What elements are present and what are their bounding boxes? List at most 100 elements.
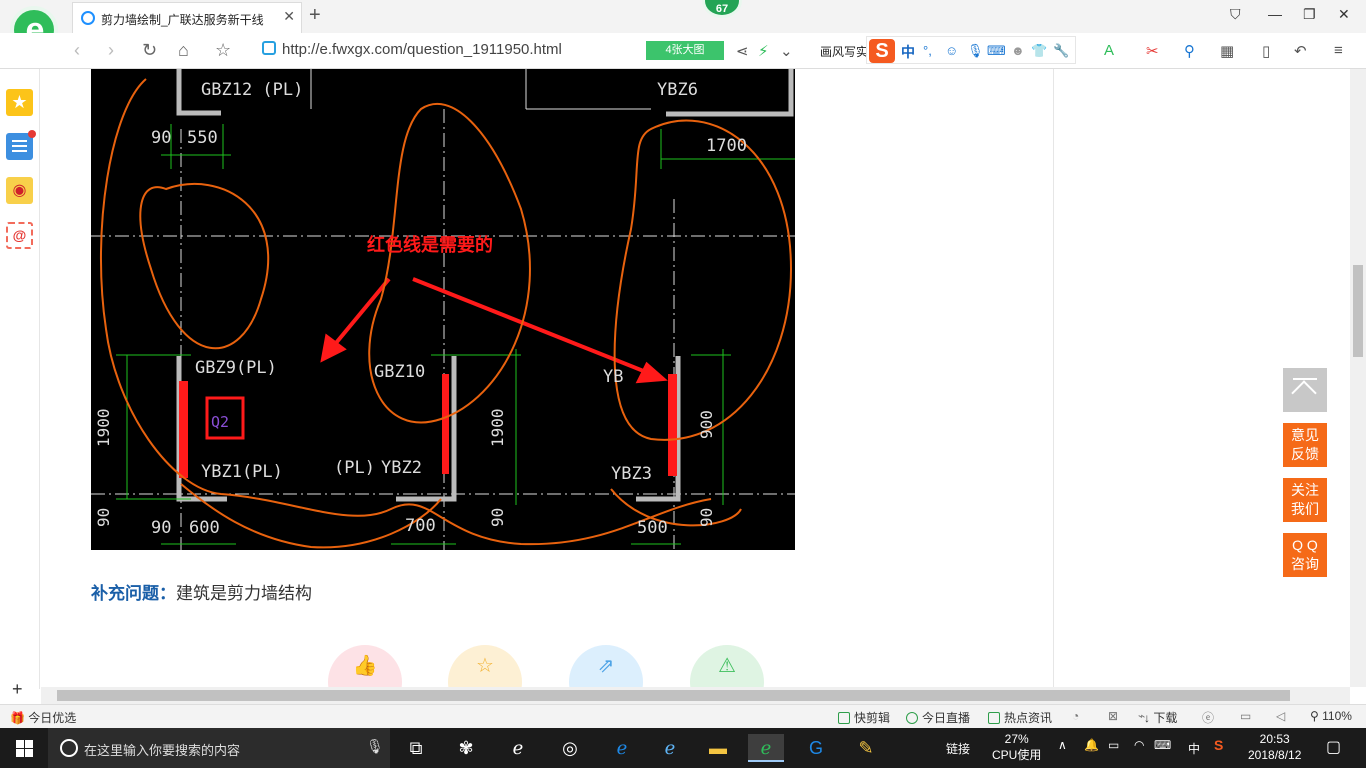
share-icon[interactable]: ⋖ [736,42,749,60]
refresh-icon[interactable]: ↻ [142,40,157,61]
big-images-button[interactable]: 4张大图 [646,41,724,60]
hot-news-link[interactable]: 热点资讯 [988,709,1052,726]
new-tab-plus-icon[interactable]: + [309,4,321,27]
user-icon[interactable]: ☻ [1011,43,1025,58]
wrench-icon[interactable]: 🔧 [1053,43,1069,59]
cpu-label: CPU使用 [992,748,1042,762]
file-explorer-icon[interactable]: ▬ [700,734,736,762]
keyboard-icon[interactable]: ⌨ [1154,738,1171,752]
restore-icon[interactable]: ❐ [1303,6,1316,23]
volume-icon[interactable]: ◁ [1276,709,1285,723]
dim-90e: 90 [697,508,716,527]
dim-900: 900 [697,410,716,439]
no-image-icon[interactable]: ⊠ [1108,709,1118,723]
weibo-icon[interactable]: ◉ [6,177,33,204]
action-center-icon[interactable]: ▢ [1326,737,1341,757]
microphone-icon[interactable]: 🎙 [366,738,384,755]
follow-us-button[interactable]: 关注 我们 [1283,478,1327,522]
like-button[interactable]: 👍 [328,645,402,687]
collect-button[interactable]: ☆ [448,645,522,687]
bookmark-star-icon[interactable]: ☆ [215,40,231,61]
emoji-icon[interactable]: ☺ [945,43,958,58]
notes-app-icon[interactable]: ✎ [848,734,884,762]
apps-grid-icon[interactable]: ▦ [1220,42,1234,60]
quick-clip-link[interactable]: 快剪辑 [838,709,890,726]
translate-icon[interactable]: A [1104,42,1114,59]
tab-close-icon[interactable]: ✕ [283,8,295,25]
forward-icon[interactable]: › [108,40,114,61]
ie-mode-icon[interactable]: ⓔ [1202,709,1214,726]
edge-app-icon[interactable]: ℯ [604,734,640,762]
label-ybz2: YBZ2 [381,458,422,478]
chevron-down-icon[interactable]: ⌄ [780,42,793,60]
task-view-icon[interactable]: ⧉ [398,734,434,762]
gift-icon: 🎁 [10,711,25,725]
wifi-icon[interactable]: ◠ [1134,738,1144,752]
favorites-star-icon[interactable]: ★ [6,89,33,116]
feedback-button[interactable]: 意见 反馈 [1283,423,1327,467]
search-engine-label[interactable]: 画风写实 [820,43,868,60]
dim-90d: 90 [488,508,507,527]
ime-mode-label[interactable]: 中 [901,42,915,62]
menu-icon[interactable]: ≡ [1334,42,1343,59]
network-icon[interactable]: ▭ [1108,738,1119,752]
search-icon[interactable]: ⚲ [1184,42,1195,60]
show-hidden-icons-icon[interactable]: ∧ [1058,738,1067,752]
punctuation-icon[interactable]: °, [923,43,932,58]
windows-start-icon[interactable] [16,740,33,757]
glodon-app-icon[interactable]: G [798,734,834,762]
system-clock[interactable]: 20:53 2018/8/12 [1248,731,1301,763]
ime-language[interactable]: 中 [1188,740,1200,757]
link-label[interactable]: 链接 [946,740,970,757]
browser-app-icon[interactable]: ℯ [748,734,784,762]
window-icon[interactable]: ▭ [1240,709,1251,723]
zoom-control[interactable]: ⚲ 110% [1310,709,1352,723]
close-window-icon[interactable]: ✕ [1338,6,1350,23]
label-gbz10: GBZ10 [374,362,425,382]
horizontal-scroll-thumb[interactable] [57,690,1290,701]
keyboard-icon[interactable]: ⌨ [987,43,1006,59]
url-field[interactable]: http://e.fwxgx.com/question_1911950.html [262,41,562,58]
supplementary-question: 补充问题：建筑是剪力墙结构 [91,579,312,604]
taskbar-search-box[interactable]: 在这里输入你要搜索的内容 🎙 [48,728,390,768]
back-to-top-button[interactable] [1283,368,1327,412]
home-icon[interactable]: ⌂ [178,40,189,61]
notification-bell-icon[interactable]: 🔔 [1084,738,1099,752]
label-q2: Q2 [211,413,229,431]
sidebar-add-icon[interactable]: + [12,679,23,700]
share-square-icon: ⇗ [597,655,615,677]
vertical-scrollbar[interactable] [1350,69,1366,687]
speed-icon[interactable]: ◔ [1072,709,1079,723]
undo-icon[interactable]: ↶ [1294,42,1307,60]
browser-tab[interactable]: 剪力墙绘制_广联达服务新干线 ✕ [72,2,302,33]
qq-consult-button[interactable]: Q Q 咨询 [1283,533,1327,577]
sogou-ime-icon[interactable]: S [869,39,895,63]
horizontal-scrollbar[interactable] [41,687,1350,704]
ime-toolbar: S 中 °, ☺ 🎙 ⌨ ☻ 👕 🔧 [866,36,1076,64]
back-icon[interactable]: ‹ [74,40,80,61]
report-button[interactable]: ⚠ [690,645,764,687]
scissors-icon[interactable]: ✂ [1146,42,1159,60]
vertical-scroll-thumb[interactable] [1353,265,1363,357]
internet-explorer-icon[interactable]: ℯ [652,734,688,762]
sogou-tray-icon[interactable]: S [1214,737,1223,753]
minimize-icon[interactable]: — [1268,6,1282,22]
play-circle-icon [906,712,918,724]
ie-app-icon[interactable]: ℯ [500,734,536,762]
lightning-icon[interactable]: ⚡ [758,42,769,60]
skin-shirt-icon[interactable]: 👕 [1031,43,1047,59]
camera-app-icon[interactable]: ◎ [552,734,588,762]
shirt-skin-icon[interactable]: ⛉ [1230,6,1241,23]
share-button[interactable]: ⇗ [569,645,643,687]
today-pick-link[interactable]: 🎁 今日优选 [10,709,76,726]
notification-badge[interactable]: 67 [702,0,742,18]
browser-status-bar: 🎁 今日优选 快剪辑 今日直播 热点资讯 ◔ ⊠ ⌁ ↓ 下载 ⓔ ▭ ◁ ⚲ … [0,704,1366,728]
dim-500: 500 [637,518,668,538]
microphone-icon[interactable]: 🎙 [967,43,984,59]
download-link[interactable]: ↓ 下载 [1144,709,1177,726]
news-list-icon[interactable] [6,130,36,160]
today-live-link[interactable]: 今日直播 [906,709,970,726]
mail-at-icon[interactable]: @ [6,222,33,249]
pinwheel-app-icon[interactable]: ✾ [448,734,484,762]
phone-icon[interactable]: ▯ [1262,42,1270,60]
